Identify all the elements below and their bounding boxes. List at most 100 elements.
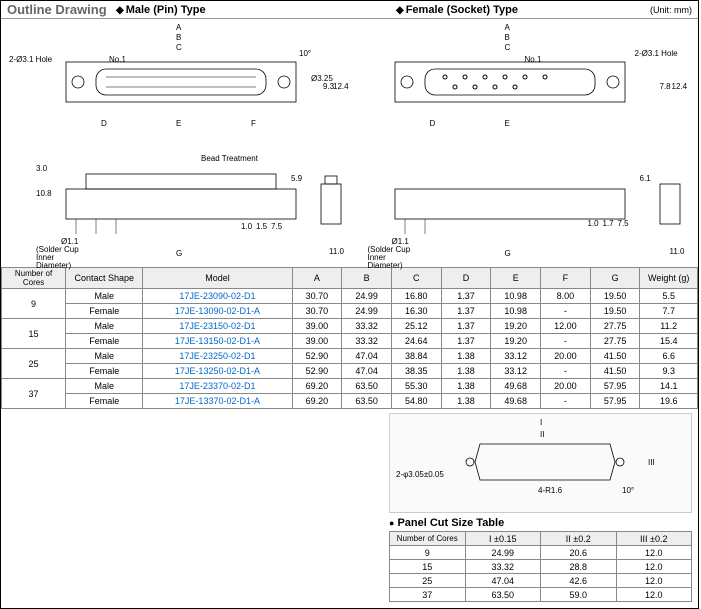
th-weight: Weight (g): [640, 268, 698, 289]
dim-10-f: 1.0: [588, 219, 599, 228]
male-drawing: A B C 2-Ø3.1 Hole No.1 10° D E F Ø3.25 9…: [1, 19, 350, 267]
cell-model[interactable]: 17JE-13250-02-D1-A: [143, 364, 292, 379]
cell-A: 39.00: [292, 319, 342, 334]
datasheet-page: Outline Drawing ◆Male (Pin) Type ◆ Female…: [0, 0, 699, 609]
cell-I: 63.50: [465, 588, 541, 602]
panel-cut-drawing: I II III 2-φ3.05±0.05 4-R1.6 10°: [389, 413, 692, 513]
ten-deg: 10°: [299, 49, 311, 58]
cell-cores: 37: [2, 379, 66, 409]
table-row: Female17JE-13150-02-D1-A39.0033.3224.641…: [2, 334, 698, 349]
cell-cores: 15: [2, 319, 66, 349]
dim-30: 3.0: [36, 164, 47, 173]
cell-A: 69.20: [292, 394, 342, 409]
cell-C: 55.30: [391, 379, 441, 394]
male-side-view: [56, 159, 316, 249]
cell-model[interactable]: 17JE-13090-02-D1-A: [143, 304, 292, 319]
panel-cut-svg: [390, 414, 690, 510]
cell-E: 49.68: [491, 379, 541, 394]
cell-model[interactable]: 17JE-13370-02-D1-A: [143, 394, 292, 409]
panel-right: I II III 2-φ3.05±0.05 4-R1.6 10° ●Panel …: [383, 409, 698, 608]
cell-D: 1.38: [441, 394, 491, 409]
dim-10: 1.0: [241, 222, 252, 231]
cell-D: 1.37: [441, 319, 491, 334]
cell-D: 1.37: [441, 334, 491, 349]
cell-B: 63.50: [342, 379, 392, 394]
cell-cores: 15: [390, 560, 466, 574]
cell-weight: 7.7: [640, 304, 698, 319]
cell-weight: 5.5: [640, 289, 698, 304]
th-C: C: [391, 268, 441, 289]
cell-C: 25.12: [391, 319, 441, 334]
cell-G: 27.75: [590, 334, 640, 349]
cell-C: 24.64: [391, 334, 441, 349]
cell-C: 16.80: [391, 289, 441, 304]
table-row: Female17JE-13370-02-D1-A69.2063.5054.801…: [2, 394, 698, 409]
cell-I: 47.04: [465, 574, 541, 588]
pth-cores: Number of Cores: [390, 532, 466, 546]
circle-icon: ●: [389, 518, 394, 528]
table-row: 924.9920.612.0: [390, 546, 692, 560]
cell-B: 47.04: [342, 349, 392, 364]
cell-cores: 37: [390, 588, 466, 602]
dim-F: F: [251, 119, 256, 128]
cell-F: -: [541, 334, 591, 349]
cell-model[interactable]: 17JE-13150-02-D1-A: [143, 334, 292, 349]
cell-shape: Female: [66, 364, 143, 379]
cell-model[interactable]: 17JE-23090-02-D1: [143, 289, 292, 304]
dim-B: B: [176, 33, 181, 42]
cell-model[interactable]: 17JE-23250-02-D1: [143, 349, 292, 364]
th-F: F: [541, 268, 591, 289]
dim-III: III: [648, 458, 655, 467]
cell-E: 19.20: [491, 319, 541, 334]
dim-A-f: A: [505, 23, 510, 32]
cell-G: 41.50: [590, 349, 640, 364]
cell-A: 52.90: [292, 349, 342, 364]
outline-title: Outline Drawing: [1, 2, 116, 17]
th-D: D: [441, 268, 491, 289]
dim-17: 1.7: [603, 219, 614, 228]
male-end-view: [319, 174, 347, 234]
dim-75-f: 7.5: [618, 219, 629, 228]
dim-108: 10.8: [36, 189, 52, 198]
cell-D: 1.38: [441, 349, 491, 364]
cell-B: 24.99: [342, 289, 392, 304]
cell-II: 20.6: [541, 546, 617, 560]
cell-C: 16.30: [391, 304, 441, 319]
cell-E: 33.12: [491, 364, 541, 379]
cell-cores: 25: [2, 349, 66, 379]
dim-C-f: C: [505, 43, 511, 52]
cell-I: 33.32: [465, 560, 541, 574]
cell-III: 12.0: [616, 574, 692, 588]
cell-II: 42.6: [541, 574, 617, 588]
cell-model[interactable]: 17JE-23150-02-D1: [143, 319, 292, 334]
cell-B: 47.04: [342, 364, 392, 379]
male-type-label: ◆Male (Pin) Type: [116, 4, 336, 16]
cell-B: 33.32: [342, 319, 392, 334]
dim-B-f: B: [505, 33, 510, 42]
cell-C: 38.84: [391, 349, 441, 364]
th-G: G: [590, 268, 640, 289]
cell-B: 24.99: [342, 304, 392, 319]
dim-I: I: [540, 418, 542, 427]
table-row: 2547.0442.612.0: [390, 574, 692, 588]
cell-weight: 15.4: [640, 334, 698, 349]
solder-label: (Solder Cup Inner Diameter): [36, 246, 91, 270]
panel-radius: 4-R1.6: [538, 486, 562, 495]
cell-shape: Female: [66, 394, 143, 409]
table-header-row: Number of Cores Contact Shape Model A B …: [2, 268, 698, 289]
dim-110-f: 11.0: [670, 247, 685, 256]
panel-cut-table: Number of Cores I ±0.15 II ±0.2 III ±0.2…: [389, 531, 692, 602]
cell-B: 33.32: [342, 334, 392, 349]
th-cores: Number of Cores: [2, 268, 66, 289]
th-E: E: [491, 268, 541, 289]
th-B: B: [342, 268, 392, 289]
table-row: Female17JE-13090-02-D1-A30.7024.9916.301…: [2, 304, 698, 319]
dim-E: E: [176, 119, 181, 128]
diamond-icon: ◆: [116, 5, 124, 16]
cell-E: 10.98: [491, 289, 541, 304]
solder-label-f: (Solder Cup Inner Diameter): [368, 246, 423, 270]
cell-G: 27.75: [590, 319, 640, 334]
cell-model[interactable]: 17JE-23370-02-D1: [143, 379, 292, 394]
dim-75: 7.5: [271, 222, 282, 231]
cell-E: 49.68: [491, 394, 541, 409]
